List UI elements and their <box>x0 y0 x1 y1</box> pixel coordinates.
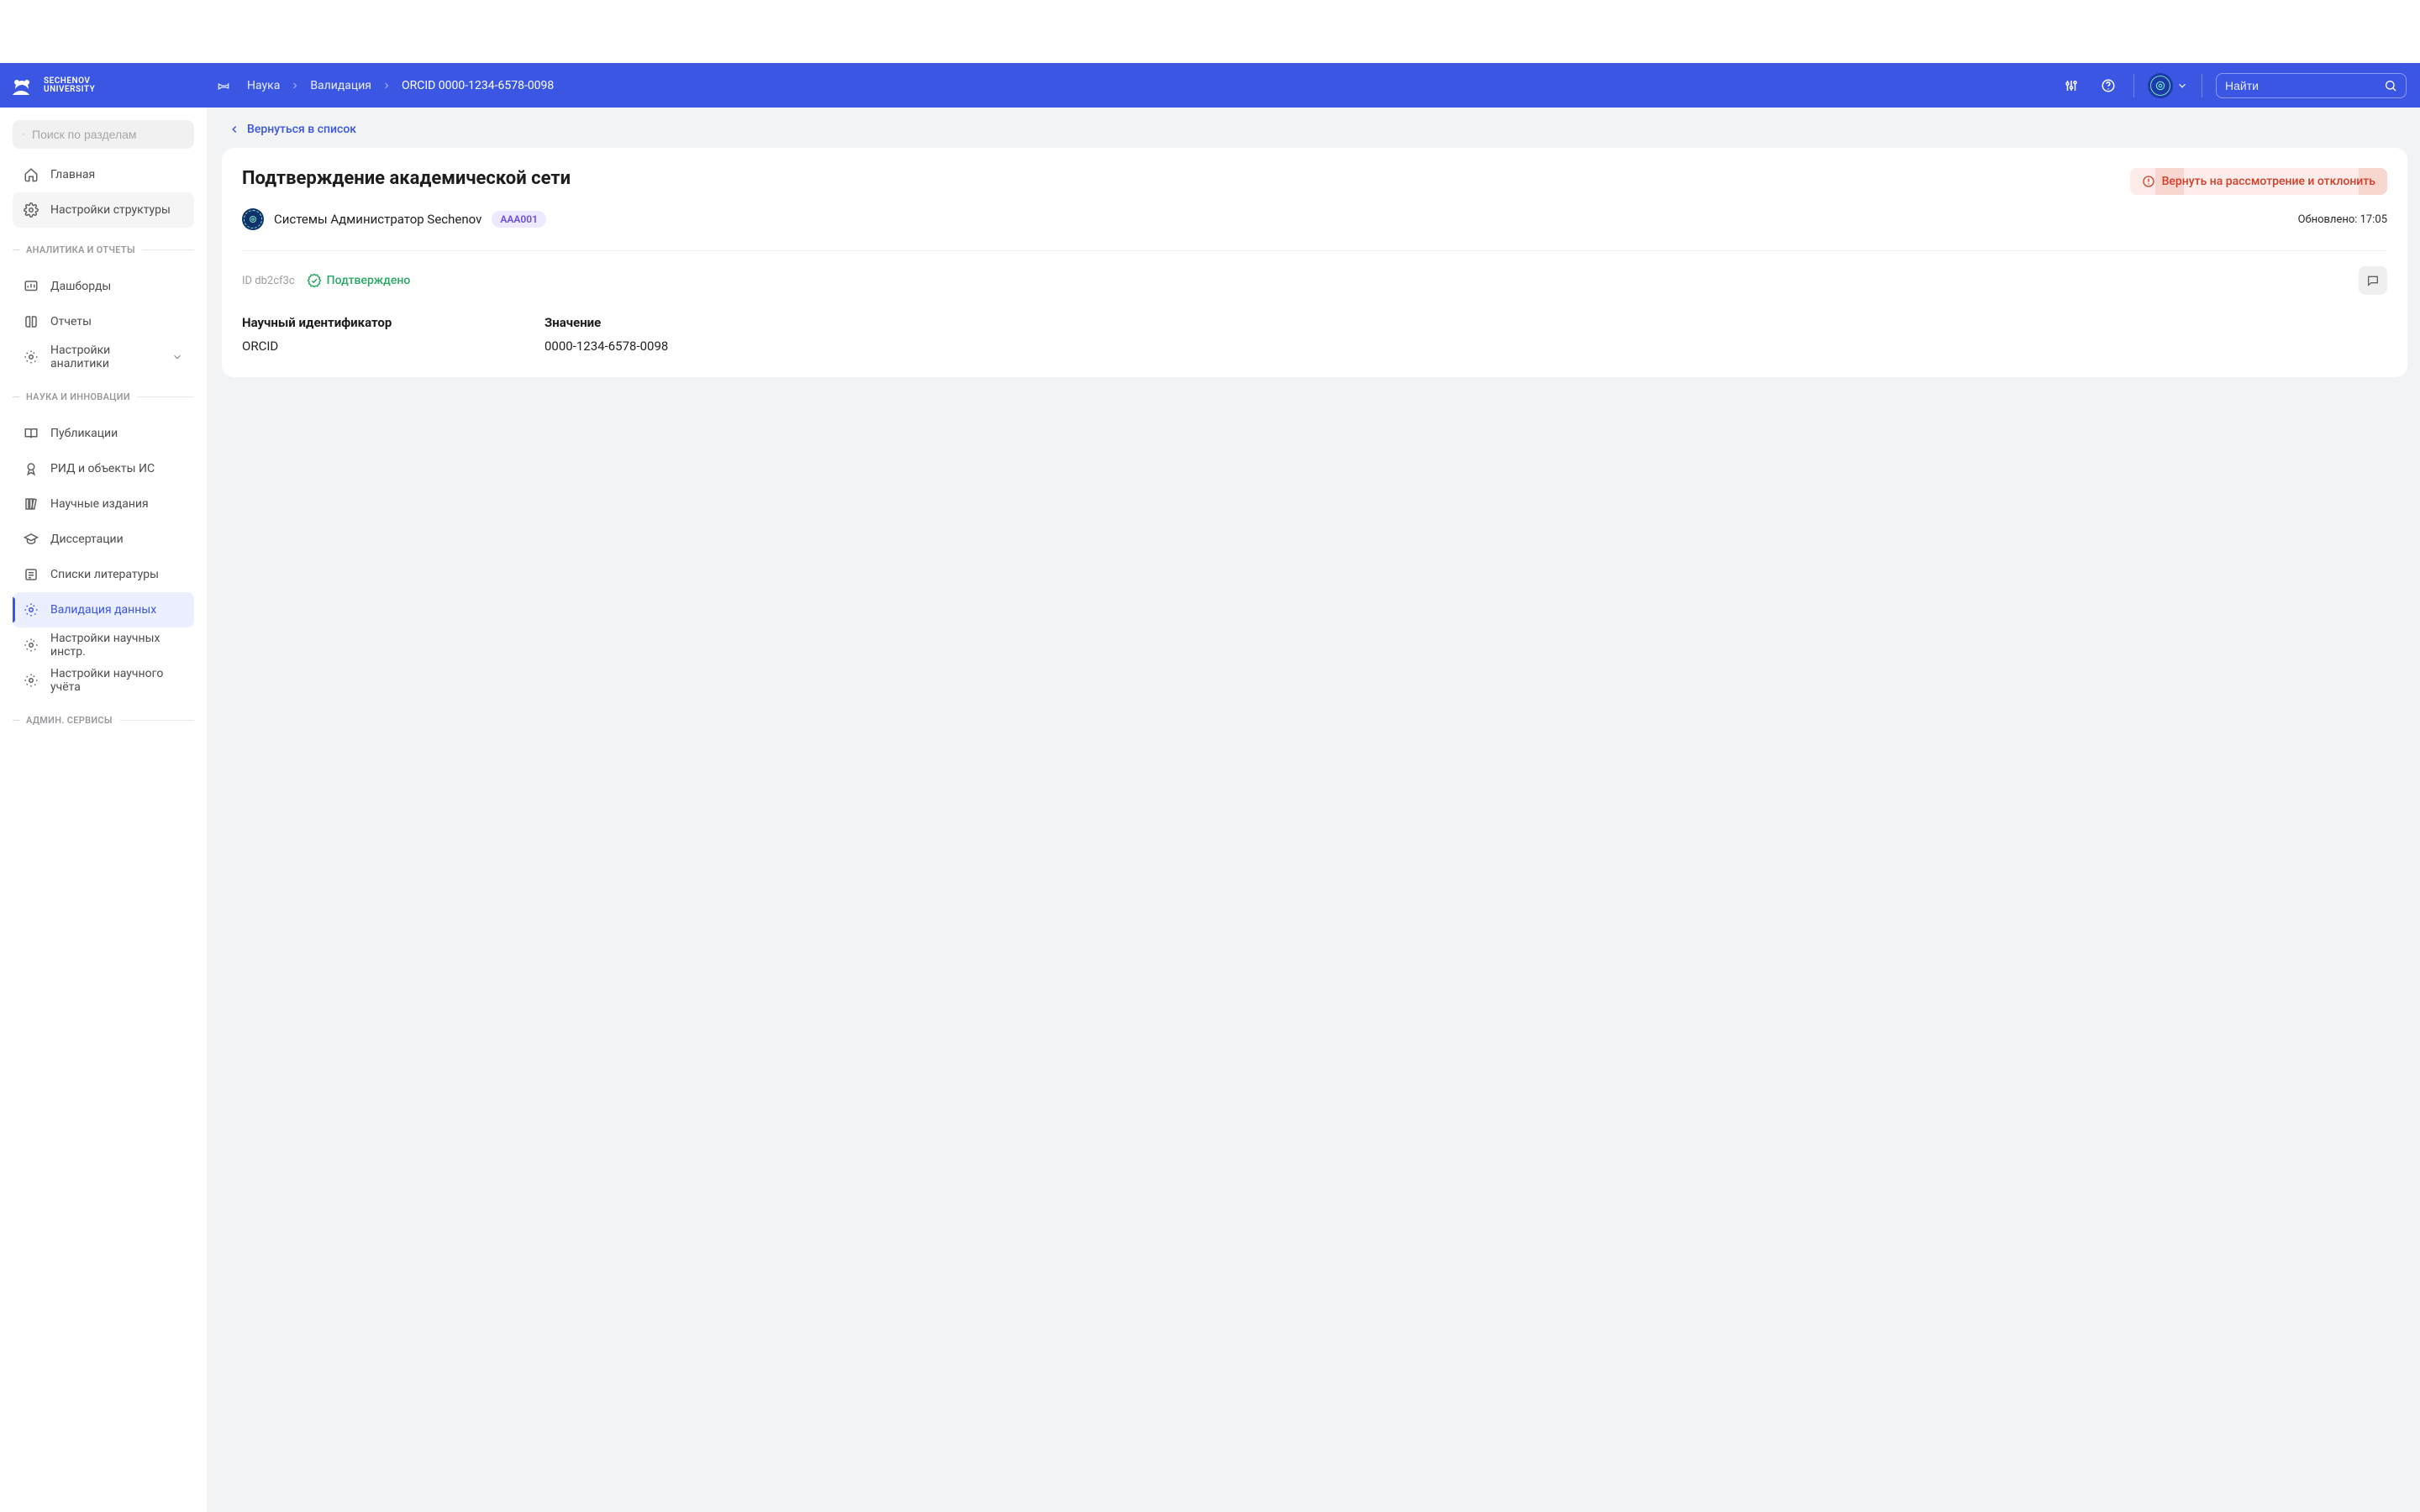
sidebar-item-label: Дашборды <box>50 280 111 293</box>
sidebar-item-publications[interactable]: Публикации <box>13 416 194 451</box>
breadcrumb: Наука Валидация ORCID 0000-1234-6578-009… <box>247 79 554 92</box>
topbar-actions <box>2060 73 2407 98</box>
sidebar-item-label: Научные издания <box>50 497 149 511</box>
author-avatar <box>242 208 264 230</box>
sidebar-item-label: Публикации <box>50 427 118 440</box>
sidebar-item-rid[interactable]: РИД и объекты ИС <box>13 451 194 486</box>
chevron-left-icon <box>229 123 240 135</box>
logo-text: SECHENOV UNIVERSITY <box>44 77 95 94</box>
book-icon <box>24 314 39 329</box>
settings-sliders-icon[interactable] <box>2060 74 2083 97</box>
search-icon[interactable] <box>2384 79 2397 92</box>
chevron-down-icon <box>2176 80 2188 92</box>
status-badge: Подтверждено <box>307 273 411 288</box>
sidebar-search-input[interactable] <box>32 128 184 141</box>
home-icon <box>24 167 39 182</box>
sidebar-item-label: Диссертации <box>50 533 124 546</box>
search-icon <box>23 128 25 141</box>
gear-icon <box>24 673 39 688</box>
sidebar-group-admin: АДМИН. СЕРВИСЫ <box>13 715 194 726</box>
sidebar-item-label: Отчеты <box>50 315 92 328</box>
award-icon <box>24 461 39 476</box>
global-search[interactable] <box>2216 73 2407 98</box>
field-value-identifier: ORCID <box>242 339 544 354</box>
gear-icon <box>24 349 39 365</box>
graduation-icon <box>24 532 39 547</box>
detail-card: Подтверждение академической сети Вернуть… <box>222 148 2407 377</box>
sidebar-item-home[interactable]: Главная <box>13 157 194 192</box>
app-body: Главная Настройки структуры АНАЛИТИКА И … <box>0 108 2420 1512</box>
sidebar-item-label: Настройки научного учёта <box>50 667 183 694</box>
chevron-right-icon <box>381 81 392 91</box>
sidebar-item-validation[interactable]: Валидация данных <box>13 592 194 627</box>
user-menu[interactable] <box>2148 73 2188 98</box>
sidebar-group-science: НАУКА И ИННОВАЦИИ <box>13 391 194 402</box>
page-title: Подтверждение академической сети <box>242 168 571 189</box>
field-label-identifier: Научный идентификатор <box>242 315 544 330</box>
sidebar-item-analytics-settings[interactable]: Настройки аналитики <box>13 339 194 375</box>
record-id: ID db2cf3c <box>242 275 295 287</box>
gear-icon <box>24 638 39 653</box>
divider <box>2133 74 2134 97</box>
main-content: Вернуться в список Подтверждение академи… <box>207 108 2420 1512</box>
sidebar-item-label: Настройки структуры <box>50 203 171 217</box>
check-seal-icon <box>307 273 322 288</box>
sidebar-item-label: Настройки аналитики <box>50 344 160 370</box>
pin-icon[interactable] <box>213 76 234 96</box>
sidebar-item-journals[interactable]: Научные издания <box>13 486 194 522</box>
gear-icon <box>24 602 39 617</box>
sidebar-search[interactable] <box>13 120 194 149</box>
logo-icon <box>8 72 35 99</box>
sidebar-item-label: Главная <box>50 168 95 181</box>
comment-icon <box>2366 274 2380 287</box>
chevron-right-icon <box>290 81 300 91</box>
sidebar-item-dashboards[interactable]: Дашборды <box>13 269 194 304</box>
back-link[interactable]: Вернуться в список <box>229 123 356 136</box>
breadcrumb-item-current: ORCID 0000-1234-6578-0098 <box>402 79 554 92</box>
breadcrumb-item-validation[interactable]: Валидация <box>310 79 371 92</box>
sidebar: Главная Настройки структуры АНАЛИТИКА И … <box>0 108 207 1512</box>
topbar: SECHENOV UNIVERSITY Наука Валидация ORCI… <box>0 63 2420 108</box>
author-name[interactable]: Системы Администратор Sechenov <box>274 212 481 227</box>
gear-icon <box>24 202 39 218</box>
library-icon <box>24 496 39 512</box>
sidebar-item-science-accounting[interactable]: Настройки научного учёта <box>13 663 194 698</box>
sidebar-item-reports[interactable]: Отчеты <box>13 304 194 339</box>
field-value-value: 0000-1234-6578-0098 <box>544 339 2387 354</box>
list-icon <box>24 567 39 582</box>
updated-text: Обновлено: 17:05 <box>2298 213 2387 226</box>
sidebar-item-label: Настройки научных инстр. <box>50 632 183 659</box>
details-grid: Научный идентификатор Значение ORCID 000… <box>242 315 2387 354</box>
reject-button-label: Вернуть на рассмотрение и отклонить <box>2162 175 2375 188</box>
status-text: Подтверждено <box>327 274 411 287</box>
chart-icon <box>24 279 39 294</box>
avatar <box>2148 73 2173 98</box>
sidebar-item-bibliography[interactable]: Списки литературы <box>13 557 194 592</box>
sidebar-item-science-instruments[interactable]: Настройки научных инстр. <box>13 627 194 663</box>
sidebar-item-structure-settings[interactable]: Настройки структуры <box>13 192 194 228</box>
global-search-input[interactable] <box>2225 79 2377 92</box>
divider <box>242 250 2387 251</box>
sidebar-item-label: Списки литературы <box>50 568 159 581</box>
sidebar-item-dissertations[interactable]: Диссертации <box>13 522 194 557</box>
author-badge: AAA001 <box>492 211 546 228</box>
book-open-icon <box>24 426 39 441</box>
reject-button[interactable]: Вернуть на рассмотрение и отклонить <box>2130 168 2387 195</box>
comment-button[interactable] <box>2359 266 2387 295</box>
field-label-value: Значение <box>544 315 2387 330</box>
sidebar-item-label: РИД и объекты ИС <box>50 462 155 475</box>
sidebar-group-analytics: АНАЛИТИКА И ОТЧЕТЫ <box>13 244 194 255</box>
back-link-label: Вернуться в список <box>247 123 356 136</box>
browser-chrome-spacer <box>0 0 2420 63</box>
help-icon[interactable] <box>2096 74 2120 97</box>
sidebar-item-label: Валидация данных <box>50 603 156 617</box>
alert-icon <box>2142 175 2155 188</box>
chevron-down-icon <box>171 351 183 363</box>
meta-row: ID db2cf3c Подтверждено <box>242 266 2387 295</box>
breadcrumb-item-science[interactable]: Наука <box>247 79 280 92</box>
logo[interactable]: SECHENOV UNIVERSITY <box>8 72 200 99</box>
author-row: Системы Администратор Sechenov AAA001 Об… <box>242 208 2387 230</box>
